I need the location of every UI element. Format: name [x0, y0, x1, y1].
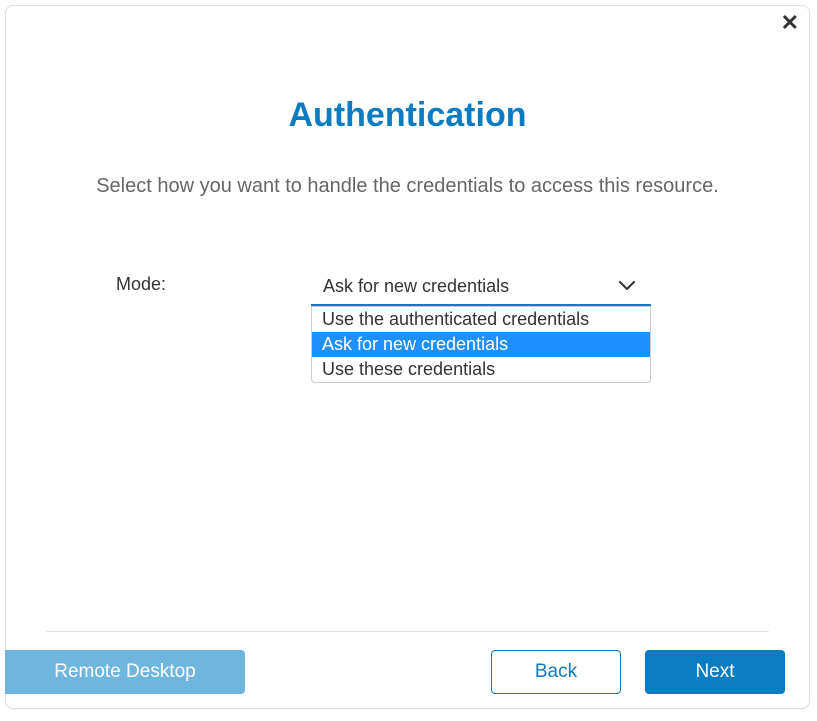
mode-select[interactable]: Ask for new credentials Use the authenti…: [311, 268, 651, 306]
close-icon[interactable]: ✕: [781, 12, 799, 34]
dialog-footer: Remote Desktop Back Next: [6, 650, 809, 694]
dialog-subtitle: Select how you want to handle the creden…: [6, 175, 809, 198]
next-button[interactable]: Next: [645, 650, 785, 694]
mode-label: Mode:: [66, 268, 311, 295]
remote-desktop-button[interactable]: Remote Desktop: [5, 650, 245, 694]
footer-divider: [46, 631, 769, 632]
mode-options-list: Use the authenticated credentials Ask fo…: [311, 306, 651, 383]
mode-select-display[interactable]: Ask for new credentials: [311, 268, 651, 306]
mode-row: Mode: Ask for new credentials Use the au…: [6, 268, 809, 306]
chevron-down-icon: [619, 278, 635, 294]
authentication-dialog: ✕ Authentication Select how you want to …: [5, 5, 810, 709]
mode-option-ask-new[interactable]: Ask for new credentials: [312, 332, 650, 357]
mode-option-use-these[interactable]: Use these credentials: [312, 357, 650, 382]
dialog-title: Authentication: [6, 96, 809, 135]
mode-option-authenticated[interactable]: Use the authenticated credentials: [312, 307, 650, 332]
back-button[interactable]: Back: [491, 650, 621, 694]
mode-selected-value: Ask for new credentials: [323, 276, 509, 297]
dialog-content: Authentication Select how you want to ha…: [6, 6, 809, 306]
